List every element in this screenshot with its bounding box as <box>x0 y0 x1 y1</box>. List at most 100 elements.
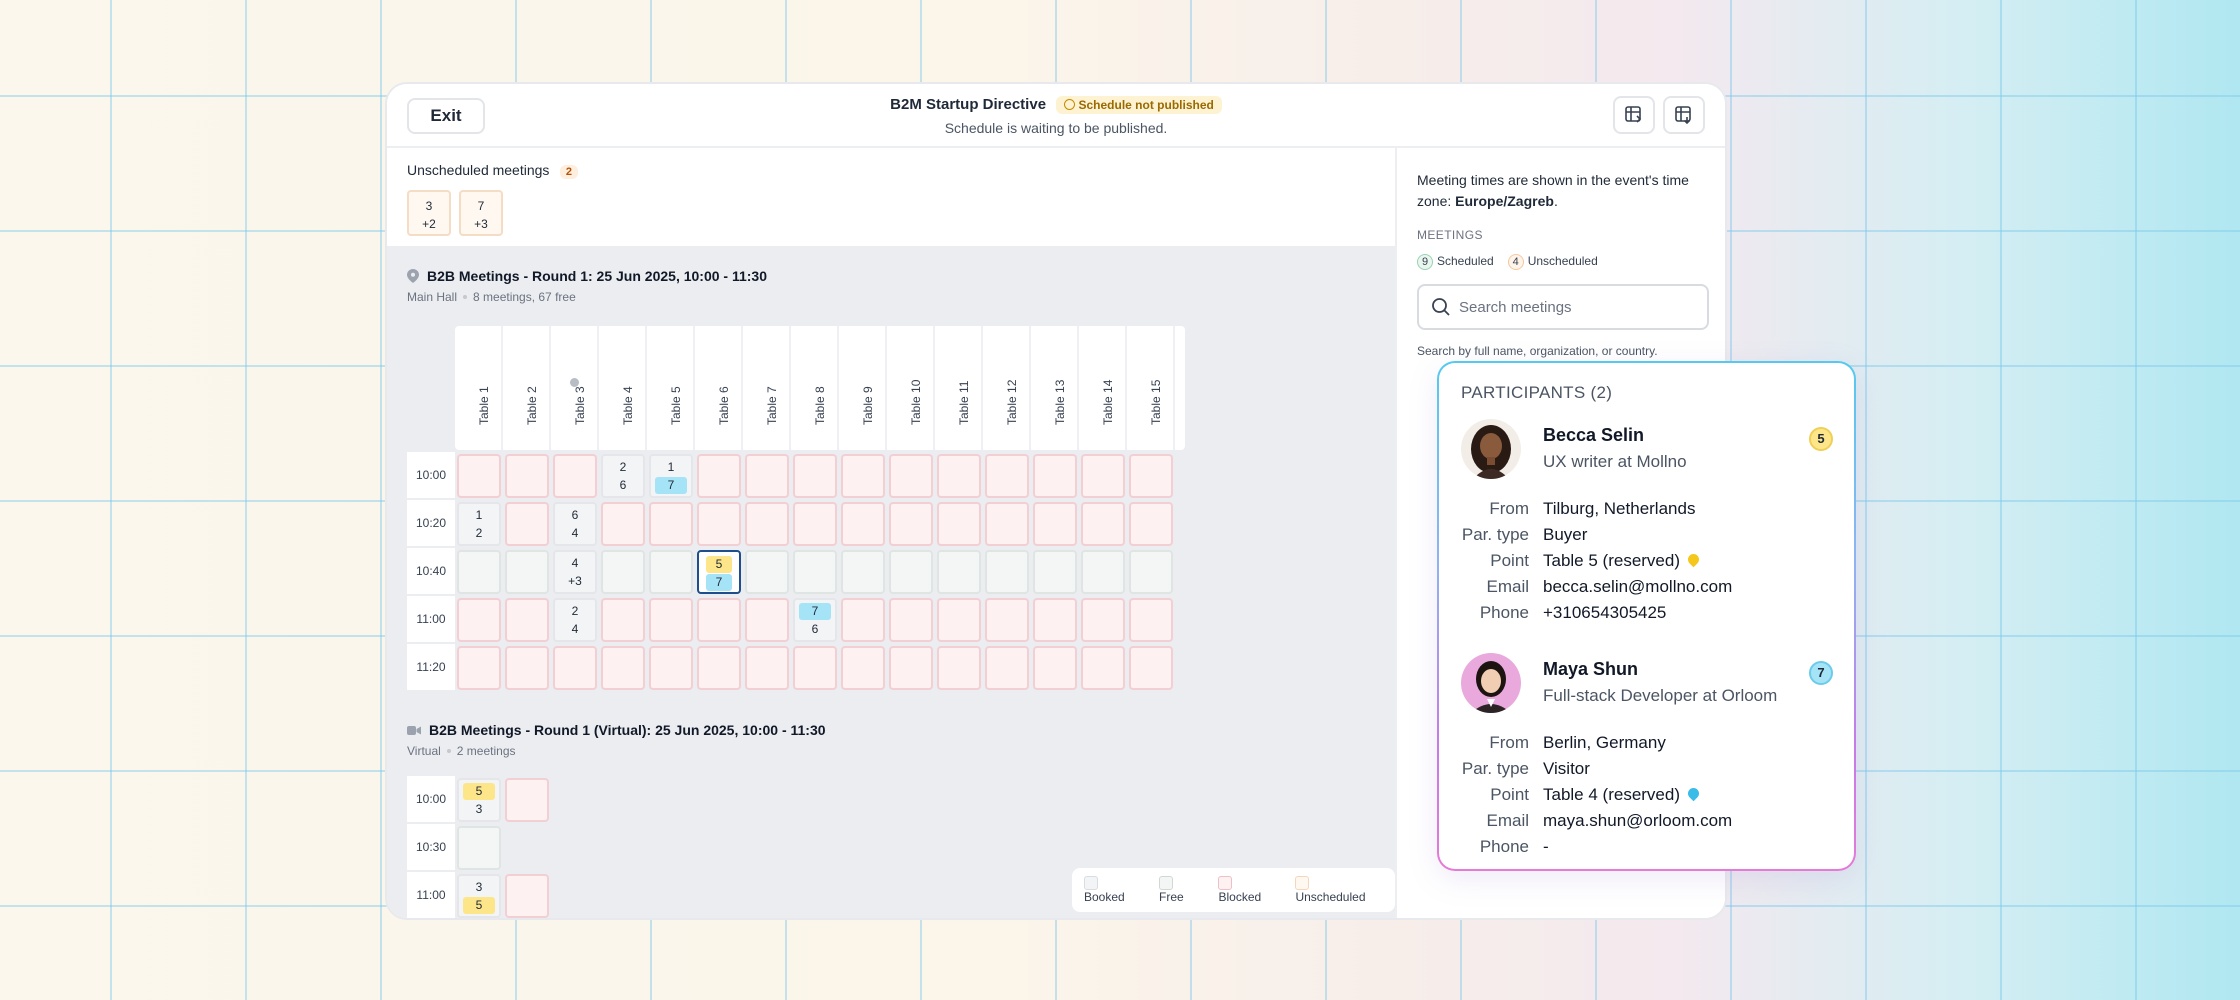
meeting-cell-booked[interactable]: 53 <box>457 778 501 822</box>
virtual-location: Virtual <box>407 744 441 758</box>
meeting-cell-booked[interactable]: 76 <box>793 598 837 642</box>
column-header: Table 10 <box>887 326 935 450</box>
meeting-cell-booked[interactable]: 26 <box>601 454 645 498</box>
meeting-cell-blocked[interactable] <box>1129 598 1173 642</box>
meeting-cell-booked[interactable]: 24 <box>553 598 597 642</box>
meeting-cell-blocked[interactable] <box>649 646 693 690</box>
timezone-value: Europe/Zagreb <box>1455 193 1554 209</box>
meeting-cell-booked[interactable]: 17 <box>649 454 693 498</box>
meeting-cell-blocked[interactable] <box>697 502 741 546</box>
meeting-cell-free[interactable] <box>745 550 789 594</box>
meeting-cell-blocked[interactable] <box>505 454 549 498</box>
meeting-cell-free[interactable] <box>889 550 933 594</box>
meeting-cell-free[interactable] <box>793 550 837 594</box>
meeting-cell-booked[interactable]: 64 <box>553 502 597 546</box>
meeting-cell-blocked[interactable] <box>553 646 597 690</box>
meeting-cell-free[interactable] <box>457 826 501 870</box>
meeting-cell-blocked[interactable] <box>649 502 693 546</box>
meeting-cell-blocked[interactable] <box>457 454 501 498</box>
meeting-cell-free[interactable] <box>937 550 981 594</box>
meeting-cell-blocked[interactable] <box>505 778 549 822</box>
meeting-cell-booked[interactable]: 12 <box>457 502 501 546</box>
meeting-cell-blocked[interactable] <box>985 454 1029 498</box>
meeting-cell-blocked[interactable] <box>1081 502 1125 546</box>
meeting-cell-blocked[interactable] <box>1033 502 1077 546</box>
meeting-cell-free[interactable] <box>841 550 885 594</box>
meeting-cell-blocked[interactable] <box>1129 646 1173 690</box>
meeting-cell-blocked[interactable] <box>889 502 933 546</box>
meeting-cell-blocked[interactable] <box>1129 454 1173 498</box>
meeting-cell-blocked[interactable] <box>697 454 741 498</box>
meeting-cell-blocked[interactable] <box>1033 646 1077 690</box>
meeting-cell-blocked[interactable] <box>745 454 789 498</box>
detail-label: Point <box>1490 551 1529 570</box>
search-input[interactable] <box>1459 298 1689 316</box>
meeting-cell-blocked[interactable] <box>505 598 549 642</box>
meeting-cell-blocked[interactable] <box>1129 502 1173 546</box>
participant-chip: 1 <box>667 460 675 474</box>
meeting-cell-free[interactable] <box>1033 550 1077 594</box>
meeting-cell-blocked[interactable] <box>937 598 981 642</box>
meeting-cell-booked[interactable]: 4 +3 <box>553 550 597 594</box>
column-header-label: Table 4 <box>621 386 635 425</box>
meeting-cell-blocked[interactable] <box>937 502 981 546</box>
meeting-cell-blocked[interactable] <box>985 598 1029 642</box>
meeting-cell-blocked[interactable] <box>601 598 645 642</box>
unscheduled-card[interactable]: 3 +2 <box>407 190 451 236</box>
meeting-cell-blocked[interactable] <box>889 598 933 642</box>
meeting-cell-blocked[interactable] <box>505 874 549 918</box>
meeting-cell-blocked[interactable] <box>841 454 885 498</box>
meeting-cell-blocked[interactable] <box>1033 454 1077 498</box>
meeting-cell-blocked[interactable] <box>985 502 1029 546</box>
detail-value[interactable]: maya.shun@orloom.com <box>1543 811 1732 837</box>
meeting-cell-blocked[interactable] <box>1081 454 1125 498</box>
meeting-cell-blocked[interactable] <box>505 502 549 546</box>
meeting-cell-blocked[interactable] <box>889 646 933 690</box>
meeting-cell-blocked[interactable] <box>985 646 1029 690</box>
meeting-cell-free[interactable] <box>601 550 645 594</box>
meeting-cell-free[interactable] <box>457 550 501 594</box>
column-header-label: Table 10 <box>909 379 923 425</box>
detail-value[interactable]: - <box>1543 837 1549 863</box>
meeting-cell-booked[interactable]: 35 <box>457 874 501 918</box>
meeting-cell-free[interactable] <box>505 550 549 594</box>
meeting-cell-blocked[interactable] <box>937 454 981 498</box>
meeting-cell-blocked[interactable] <box>505 646 549 690</box>
meeting-cell-blocked[interactable] <box>937 646 981 690</box>
meeting-cell-blocked[interactable] <box>841 598 885 642</box>
meeting-cell-blocked[interactable] <box>793 454 837 498</box>
detail-value[interactable]: becca.selin@mollno.com <box>1543 577 1732 603</box>
meeting-cell-blocked[interactable] <box>649 598 693 642</box>
meeting-cell-selected[interactable]: 57 <box>697 550 741 594</box>
import-table-button[interactable] <box>1663 96 1705 134</box>
meeting-cell-blocked[interactable] <box>793 646 837 690</box>
meeting-cell-blocked[interactable] <box>601 502 645 546</box>
search-box[interactable] <box>1417 284 1709 330</box>
meeting-cell-blocked[interactable] <box>889 454 933 498</box>
meeting-cell-blocked[interactable] <box>1081 598 1125 642</box>
meeting-cell-blocked[interactable] <box>1081 646 1125 690</box>
meeting-cell-blocked[interactable] <box>697 598 741 642</box>
meeting-cell-blocked[interactable] <box>601 646 645 690</box>
legend-swatch <box>1159 876 1174 890</box>
unscheduled-card[interactable]: 7 +3 <box>459 190 503 236</box>
meeting-cell-free[interactable] <box>1081 550 1125 594</box>
scheduled-stat: 9 Scheduled <box>1417 254 1494 270</box>
meeting-cell-free[interactable] <box>649 550 693 594</box>
meeting-cell-blocked[interactable] <box>697 646 741 690</box>
meeting-cell-free[interactable] <box>985 550 1029 594</box>
export-table-button[interactable] <box>1613 96 1655 134</box>
detail-value[interactable]: +310654305425 <box>1543 603 1666 629</box>
meeting-cell-blocked[interactable] <box>553 454 597 498</box>
meeting-cell-blocked[interactable] <box>793 502 837 546</box>
meeting-cell-blocked[interactable] <box>745 598 789 642</box>
meeting-cell-blocked[interactable] <box>841 646 885 690</box>
meeting-cell-blocked[interactable] <box>841 502 885 546</box>
meeting-cell-free[interactable] <box>1129 550 1173 594</box>
meeting-cell-blocked[interactable] <box>1033 598 1077 642</box>
time-label: 10:20 <box>407 500 455 548</box>
meeting-cell-blocked[interactable] <box>457 598 501 642</box>
meeting-cell-blocked[interactable] <box>745 646 789 690</box>
meeting-cell-blocked[interactable] <box>745 502 789 546</box>
meeting-cell-blocked[interactable] <box>457 646 501 690</box>
